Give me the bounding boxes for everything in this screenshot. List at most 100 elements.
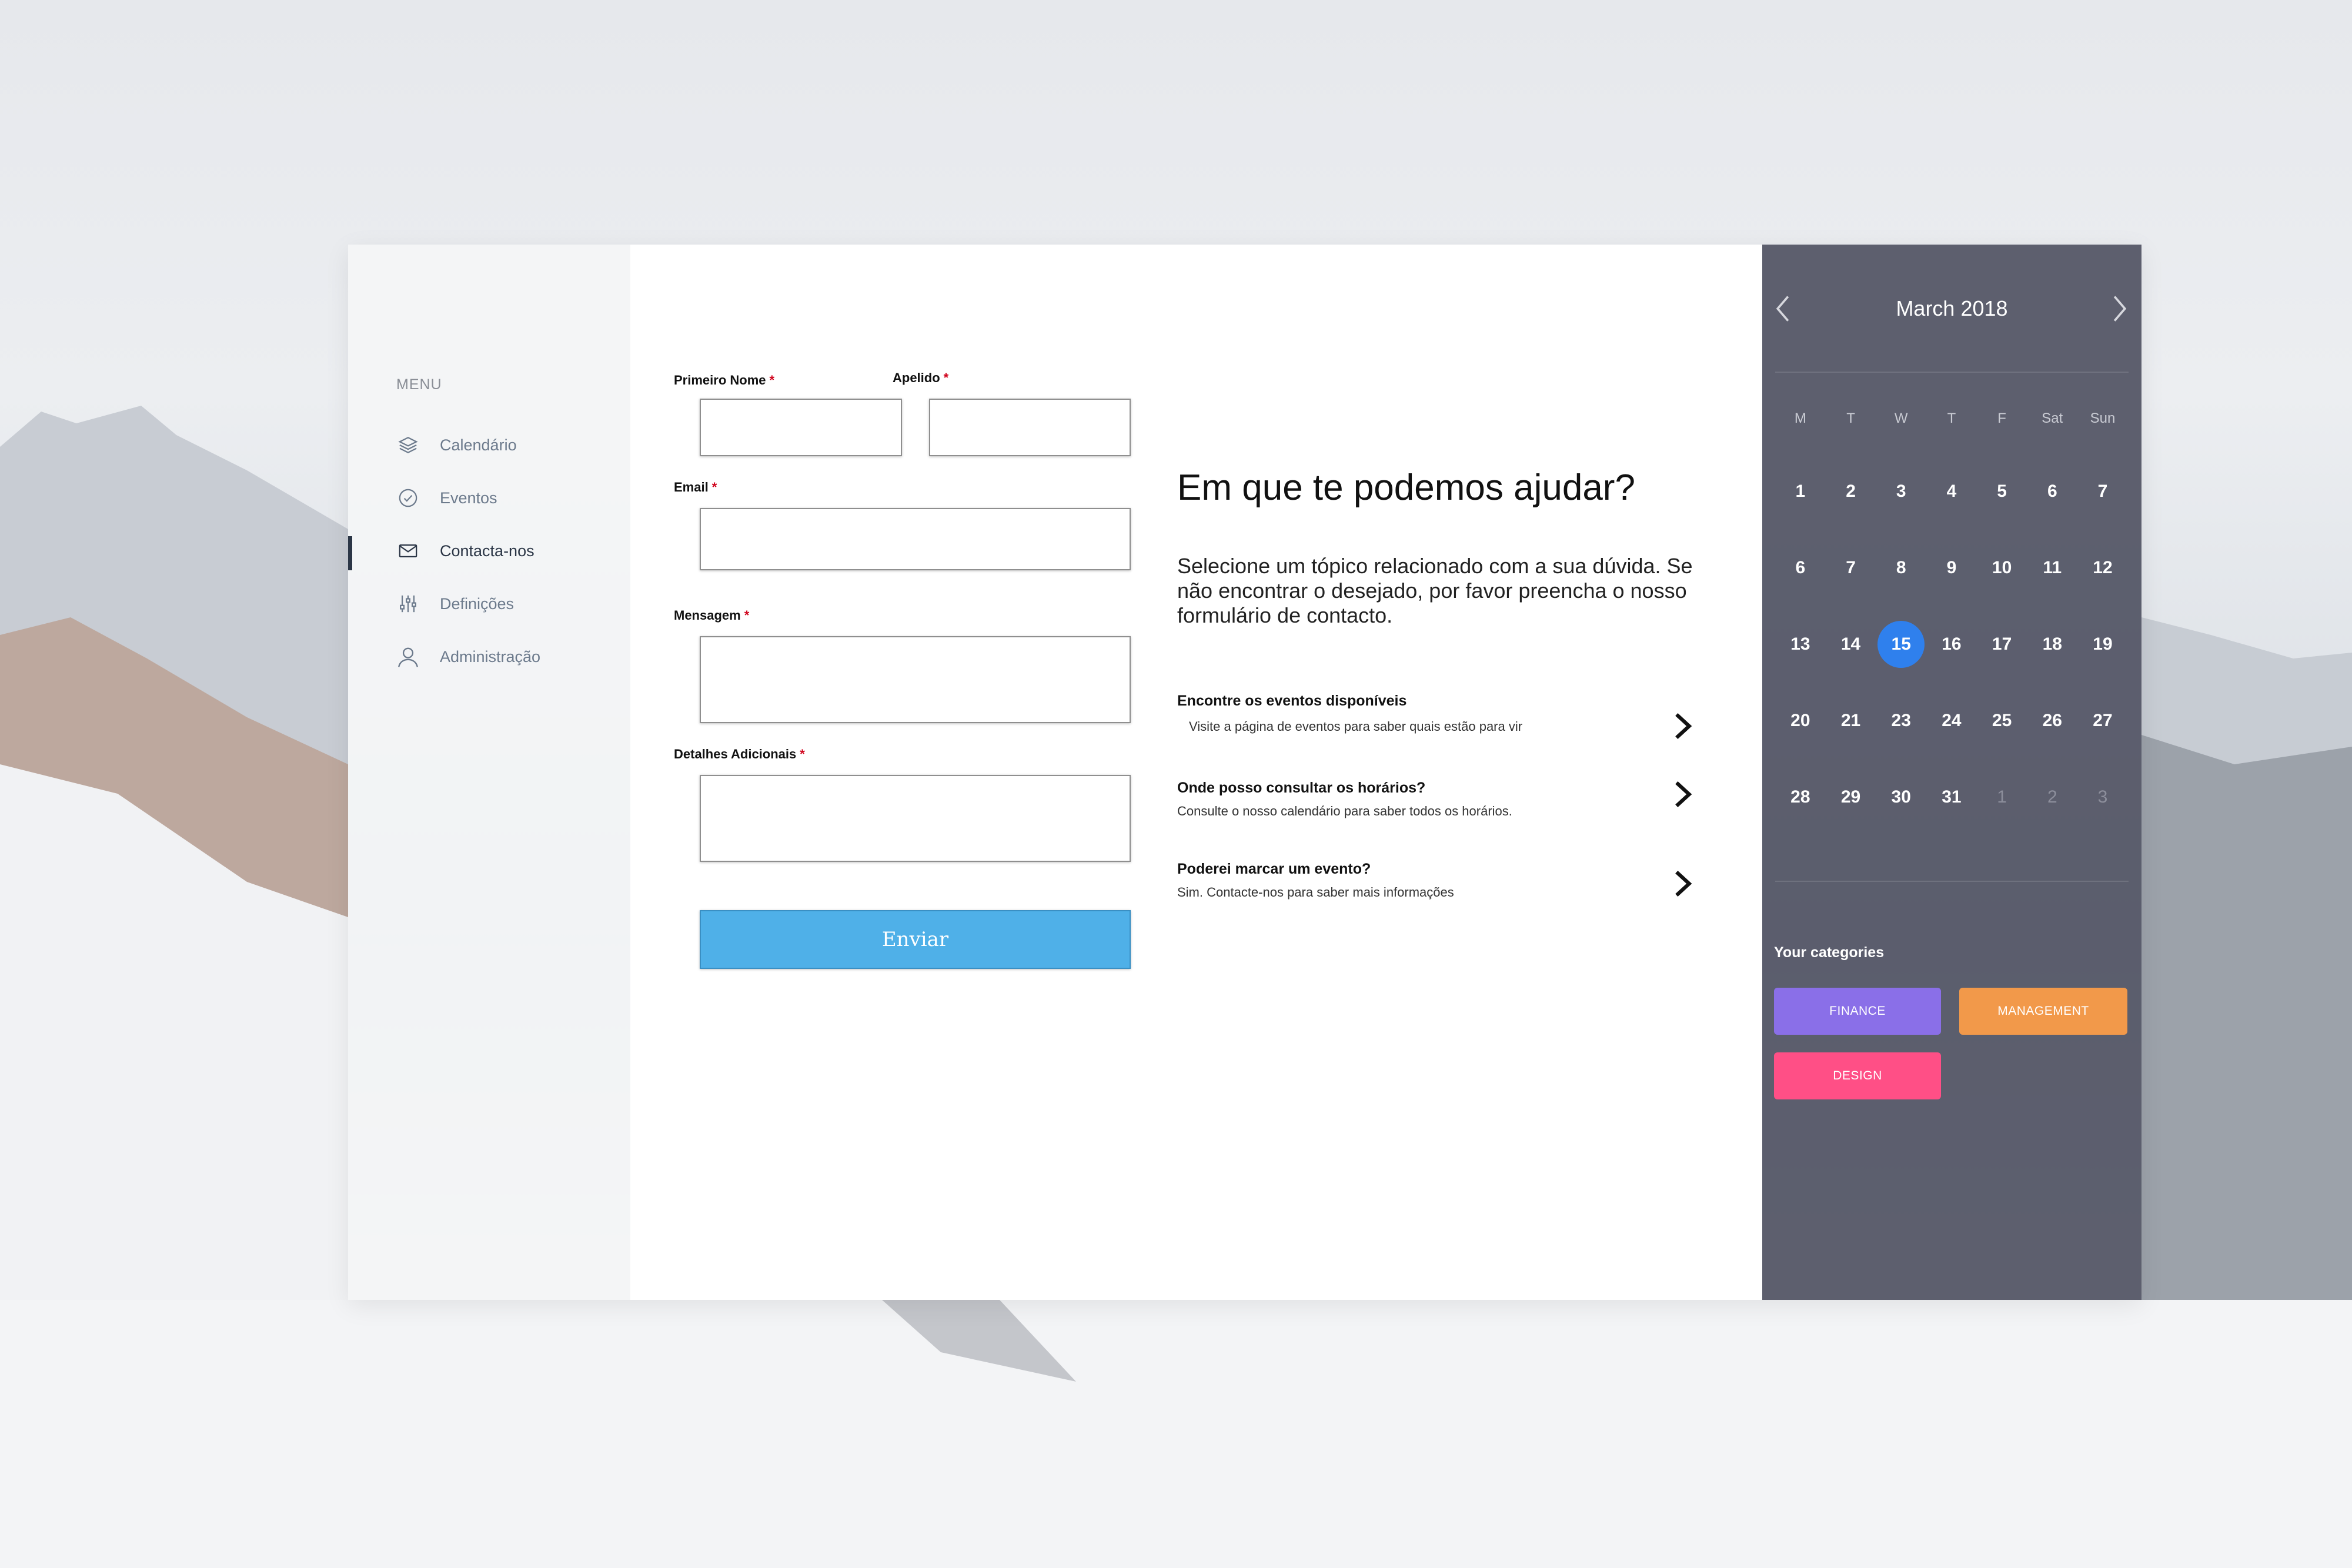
chevron-right-icon [1675, 871, 1692, 897]
calendar-day[interactable]: 3 [1876, 467, 1926, 516]
first-name-label: Primeiro Nome * [674, 373, 775, 387]
calendar-day[interactable]: 10 [1977, 543, 2027, 593]
sidebar: MENU Calendário Eventos Contacta-nos Def… [348, 245, 630, 1300]
calendar-day[interactable]: 19 [2077, 620, 2128, 669]
category-management-button[interactable]: MANAGEMENT [1959, 988, 2127, 1035]
sidebar-item-eventos[interactable]: Eventos [348, 472, 630, 524]
help-topic-subtitle: Visite a página de eventos para saber qu… [1189, 719, 1523, 734]
calendar-day[interactable]: 2 [1826, 467, 1876, 516]
chevron-right-icon[interactable] [2111, 294, 2129, 323]
last-name-label: Apelido * [893, 370, 949, 385]
chevron-right-icon [1675, 781, 1692, 807]
calendar-day[interactable]: 31 [1926, 773, 1977, 822]
category-finance-button[interactable]: FINANCE [1774, 988, 1941, 1035]
details-label: Detalhes Adicionais * [674, 747, 805, 761]
weekday-label: Sun [2090, 410, 2116, 426]
calendar-day[interactable]: 6 [1775, 543, 1826, 593]
category-design-button[interactable]: DESIGN [1774, 1052, 1941, 1099]
help-topic[interactable]: Onde posso consultar os horários? Consul… [1177, 780, 1695, 819]
first-name-field[interactable] [700, 399, 902, 456]
calendar-day[interactable]: 25 [1977, 696, 2027, 745]
calendar-day[interactable]: 17 [1977, 620, 2027, 669]
message-field[interactable] [700, 636, 1131, 723]
help-topic[interactable]: Poderei marcar um evento? Sim. Contacte-… [1177, 861, 1695, 900]
email-label: Email * [674, 480, 717, 494]
app-window: MENU Calendário Eventos Contacta-nos Def… [348, 245, 2141, 1300]
calendar-day[interactable]: 13 [1775, 620, 1826, 669]
email-field[interactable] [700, 508, 1131, 570]
help-topic-subtitle: Consulte o nosso calendário para saber t… [1177, 804, 1512, 818]
calendar-day-other-month[interactable]: 1 [1977, 773, 2027, 822]
calendar-day-other-month[interactable]: 3 [2077, 773, 2128, 822]
chevron-right-icon [1675, 713, 1692, 739]
sidebar-item-administracao[interactable]: Administração [348, 630, 630, 683]
calendar-day[interactable]: 7 [1826, 543, 1876, 593]
calendar-day[interactable]: 4 [1926, 467, 1977, 516]
calendar-day[interactable]: 7 [2077, 467, 2128, 516]
calendar-day[interactable]: 23 [1876, 696, 1926, 745]
divider [1775, 372, 2129, 373]
calendar-day[interactable]: 28 [1775, 773, 1826, 822]
calendar-week: 1 2 3 4 5 6 7 [1775, 467, 2128, 516]
sidebar-item-label: Definições [440, 594, 514, 613]
help-topic-title: Onde posso consultar os horários? [1177, 780, 1426, 796]
calendar-day[interactable]: 8 [1876, 543, 1926, 593]
message-label: Mensagem * [674, 608, 750, 623]
weekday-label: T [1846, 410, 1855, 426]
menu-title: MENU [396, 376, 442, 393]
menu-list: Calendário Eventos Contacta-nos Definiçõ… [348, 419, 630, 683]
mail-icon [396, 539, 420, 563]
selected-day-number: 15 [1891, 634, 1911, 654]
sidebar-item-calendario[interactable]: Calendário [348, 419, 630, 472]
weekday-label: T [1947, 410, 1956, 426]
submit-button[interactable]: Enviar [700, 910, 1131, 969]
layers-icon [396, 433, 420, 457]
help-topic-title: Encontre os eventos disponíveis [1177, 693, 1407, 709]
user-icon [396, 645, 420, 668]
weekday-header: M T W T F Sat Sun [1775, 410, 2128, 427]
calendar-panel: March 2018 M T W T F Sat Sun 1 2 3 4 5 6… [1762, 245, 2141, 1300]
calendar-day-other-month[interactable]: 2 [2027, 773, 2077, 822]
sidebar-item-label: Contacta-nos [440, 541, 534, 560]
calendar-week: 13 14 15 16 17 18 19 [1775, 620, 2128, 669]
help-topic[interactable]: Encontre os eventos disponíveis Visite a… [1177, 693, 1695, 739]
last-name-field[interactable] [929, 399, 1131, 456]
calendar-day[interactable]: 12 [2077, 543, 2128, 593]
calendar-day-selected[interactable]: 15 [1876, 620, 1926, 669]
calendar-day[interactable]: 5 [1977, 467, 2027, 516]
sidebar-item-label: Administração [440, 647, 541, 666]
help-topic-title: Poderei marcar um evento? [1177, 861, 1371, 877]
calendar-day[interactable]: 1 [1775, 467, 1826, 516]
calendar-day[interactable]: 24 [1926, 696, 1977, 745]
calendar-day[interactable]: 27 [2077, 696, 2128, 745]
main-content: Primeiro Nome * Apelido * Email * Mensagem *… [630, 245, 1762, 1300]
help-title: Em que te podemos ajudar? [1177, 467, 1635, 508]
calendar-month-label: March 2018 [1896, 296, 2008, 320]
calendar-day[interactable]: 29 [1826, 773, 1876, 822]
sidebar-item-label: Eventos [440, 489, 497, 507]
calendar-day[interactable]: 21 [1826, 696, 1876, 745]
calendar-day[interactable]: 30 [1876, 773, 1926, 822]
calendar-day[interactable]: 11 [2027, 543, 2077, 593]
weekday-label: M [1794, 410, 1806, 426]
weekday-label: F [1997, 410, 2006, 426]
sidebar-item-definicoes[interactable]: Definições [348, 577, 630, 630]
sidebar-item-label: Calendário [440, 436, 517, 454]
calendar-week: 6 7 8 9 10 11 12 [1775, 543, 2128, 593]
weekday-label: W [1894, 410, 1908, 426]
categories-title: Your categories [1774, 944, 1885, 961]
weekday-label: Sat [2042, 410, 2063, 426]
calendar-day[interactable]: 20 [1775, 696, 1826, 745]
check-circle-icon [396, 486, 420, 510]
sidebar-item-contacta-nos[interactable]: Contacta-nos [348, 524, 630, 577]
help-description: Selecione um tópico relacionado com a su… [1177, 554, 1693, 627]
details-field[interactable] [700, 775, 1131, 862]
sliders-icon [396, 592, 420, 616]
calendar-week: 20 21 23 24 25 26 27 [1775, 696, 2128, 745]
calendar-day[interactable]: 14 [1826, 620, 1876, 669]
calendar-day[interactable]: 26 [2027, 696, 2077, 745]
calendar-day[interactable]: 9 [1926, 543, 1977, 593]
calendar-day[interactable]: 18 [2027, 620, 2077, 669]
calendar-day[interactable]: 16 [1926, 620, 1977, 669]
calendar-day[interactable]: 6 [2027, 467, 2077, 516]
